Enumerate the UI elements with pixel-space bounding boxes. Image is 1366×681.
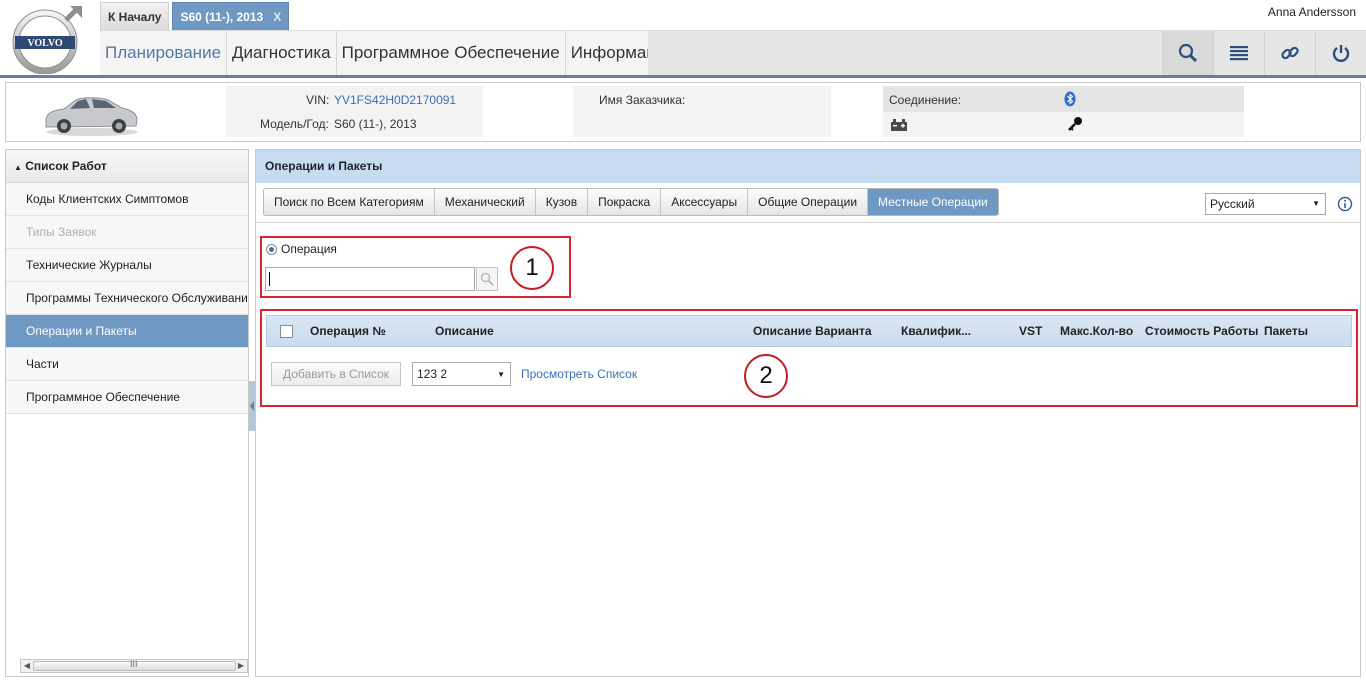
info-icon[interactable] xyxy=(1337,196,1353,212)
tab-home-label: К Началу xyxy=(108,10,162,24)
vin-label: VIN: xyxy=(306,93,330,107)
search-icon xyxy=(1178,43,1198,63)
col-vst[interactable]: VST xyxy=(1019,316,1042,346)
connection-section: Соединение: xyxy=(883,86,1244,137)
add-to-list-button[interactable]: Добавить в Список xyxy=(271,362,401,386)
customer-section: Имя Заказчика: xyxy=(573,86,831,137)
annotation-marker-2: 2 xyxy=(744,354,788,398)
svg-text:VOLVO: VOLVO xyxy=(27,38,63,49)
vin-value[interactable]: YV1FS42H0D2170091 xyxy=(334,93,456,107)
cat-general-operations[interactable]: Общие Операции xyxy=(748,189,869,215)
col-qualifier[interactable]: Квалифик... xyxy=(901,316,971,346)
chevron-down-icon: ▼ xyxy=(497,370,505,379)
operation-search-input[interactable] xyxy=(265,267,475,291)
scroll-right-icon[interactable]: ▶ xyxy=(235,660,247,672)
cat-paint[interactable]: Покраска xyxy=(588,189,662,215)
customer-label: Имя Заказчика: xyxy=(599,93,686,107)
scroll-left-icon[interactable]: ◀ xyxy=(21,660,33,672)
sidebar-item-request-types: Типы Заявок xyxy=(6,216,248,249)
app-header: VOLVO К Началу S60 (11-), 2013 X Anna An… xyxy=(0,0,1366,78)
nav-diagnostics[interactable]: Диагностика xyxy=(227,31,337,75)
search-icon xyxy=(480,272,494,286)
search-button[interactable] xyxy=(1162,31,1213,75)
operations-panel: Операции и Пакеты Поиск по Всем Категори… xyxy=(255,149,1361,677)
text-cursor xyxy=(269,272,270,286)
tab-vehicle-label: S60 (11-), 2013 xyxy=(180,9,264,24)
work-list-sidebar: ▲ Список Работ Коды Клиентских Симптомов… xyxy=(5,149,249,677)
key-icon xyxy=(1068,117,1082,131)
sidebar-title: Список Работ xyxy=(25,159,107,173)
cat-search-all[interactable]: Поиск по Всем Категориям xyxy=(264,189,435,215)
tab-home[interactable]: К Началу xyxy=(100,2,170,30)
model-value: S60 (11-), 2013 xyxy=(334,117,417,131)
annotation-marker-1: 1 xyxy=(510,246,554,290)
link-icon xyxy=(1281,46,1299,60)
user-name: Anna Andersson xyxy=(1267,5,1356,19)
col-variant-description[interactable]: Описание Варианта xyxy=(753,316,872,346)
operation-radio-label: Операция xyxy=(281,242,337,256)
sidebar-item-operations-packages[interactable]: Операции и Пакеты xyxy=(6,315,248,348)
operations-table-header: Операция № Описание Описание Варианта Кв… xyxy=(266,315,1352,347)
scrollbar-grip: III xyxy=(130,659,138,669)
operation-radio[interactable] xyxy=(266,244,277,255)
nav-planning[interactable]: Планирование xyxy=(100,31,228,75)
tab-vehicle[interactable]: S60 (11-), 2013 X xyxy=(172,2,290,31)
power-button[interactable] xyxy=(1315,31,1366,75)
language-select[interactable]: Русский ▼ xyxy=(1205,193,1326,215)
select-all-checkbox[interactable] xyxy=(280,325,293,338)
panel-title: Операции и Пакеты xyxy=(256,150,1360,183)
annotation-box-1: Операция 1 xyxy=(260,236,571,298)
main-nav: Планирование Диагностика Программное Обе… xyxy=(100,30,1366,75)
chevron-down-icon: ▼ xyxy=(1312,199,1320,208)
sidebar-item-maintenance-programs[interactable]: Программы Технического Обслуживания xyxy=(6,282,248,315)
connection-button[interactable] xyxy=(1264,31,1315,75)
col-labor-cost[interactable]: Стоимость Работы xyxy=(1145,316,1258,346)
sidebar-scrollbar[interactable]: ◀ III ▶ xyxy=(20,659,248,673)
nav-software[interactable]: Программное Обеспечение xyxy=(336,31,566,75)
col-operation-no[interactable]: Операция № xyxy=(310,316,386,346)
nav-filler xyxy=(648,31,1161,75)
sidebar-item-tech-journals[interactable]: Технические Журналы xyxy=(6,249,248,282)
model-label: Модель/Год: xyxy=(260,117,329,131)
volvo-logo: VOLVO xyxy=(10,4,84,75)
connection-label: Соединение: xyxy=(889,93,962,107)
cat-accessories[interactable]: Аксессуары xyxy=(661,189,749,215)
sidebar-header[interactable]: ▲ Список Работ xyxy=(6,150,248,183)
power-icon xyxy=(1332,45,1350,62)
cat-mechanical[interactable]: Механический xyxy=(434,189,536,215)
scrollbar-thumb[interactable]: III xyxy=(33,659,236,671)
vin-section: VIN: YV1FS42H0D2170091 Модель/Год: S60 (… xyxy=(226,86,483,137)
sidebar-item-software[interactable]: Программное Обеспечение xyxy=(6,381,248,414)
sidebar-item-symptom-codes[interactable]: Коды Клиентских Симптомов xyxy=(6,183,248,216)
tab-close-button[interactable]: X xyxy=(273,3,281,31)
menu-button[interactable] xyxy=(1213,31,1264,75)
view-list-link[interactable]: Просмотреть Список xyxy=(521,367,637,381)
sidebar-item-parts[interactable]: Части xyxy=(6,348,248,381)
list-icon xyxy=(1230,46,1248,61)
category-tabs: Поиск по Всем Категориям Механический Ку… xyxy=(263,188,999,216)
bluetooth-icon xyxy=(1064,91,1076,107)
col-max-qty[interactable]: Макс.Кол-во xyxy=(1060,316,1133,346)
cat-body[interactable]: Кузов xyxy=(535,189,589,215)
collapse-triangle-icon: ▲ xyxy=(14,163,22,172)
search-submit-button[interactable] xyxy=(476,267,498,291)
language-value: Русский xyxy=(1210,197,1255,211)
col-description[interactable]: Описание xyxy=(435,316,494,346)
col-packages[interactable]: Пакеты xyxy=(1264,316,1308,346)
list-select-value: 123 2 xyxy=(417,367,448,381)
list-select[interactable]: 123 2 ▼ xyxy=(412,362,511,386)
annotation-box-2: Операция № Описание Описание Варианта Кв… xyxy=(260,309,1358,407)
cat-local-operations[interactable]: Местные Операции xyxy=(868,189,998,215)
category-bar: Поиск по Всем Категориям Механический Ку… xyxy=(256,183,1360,223)
battery-icon xyxy=(891,119,907,131)
vehicle-info-panel: VIN: YV1FS42H0D2170091 Модель/Год: S60 (… xyxy=(5,82,1361,142)
car-image xyxy=(40,88,140,138)
